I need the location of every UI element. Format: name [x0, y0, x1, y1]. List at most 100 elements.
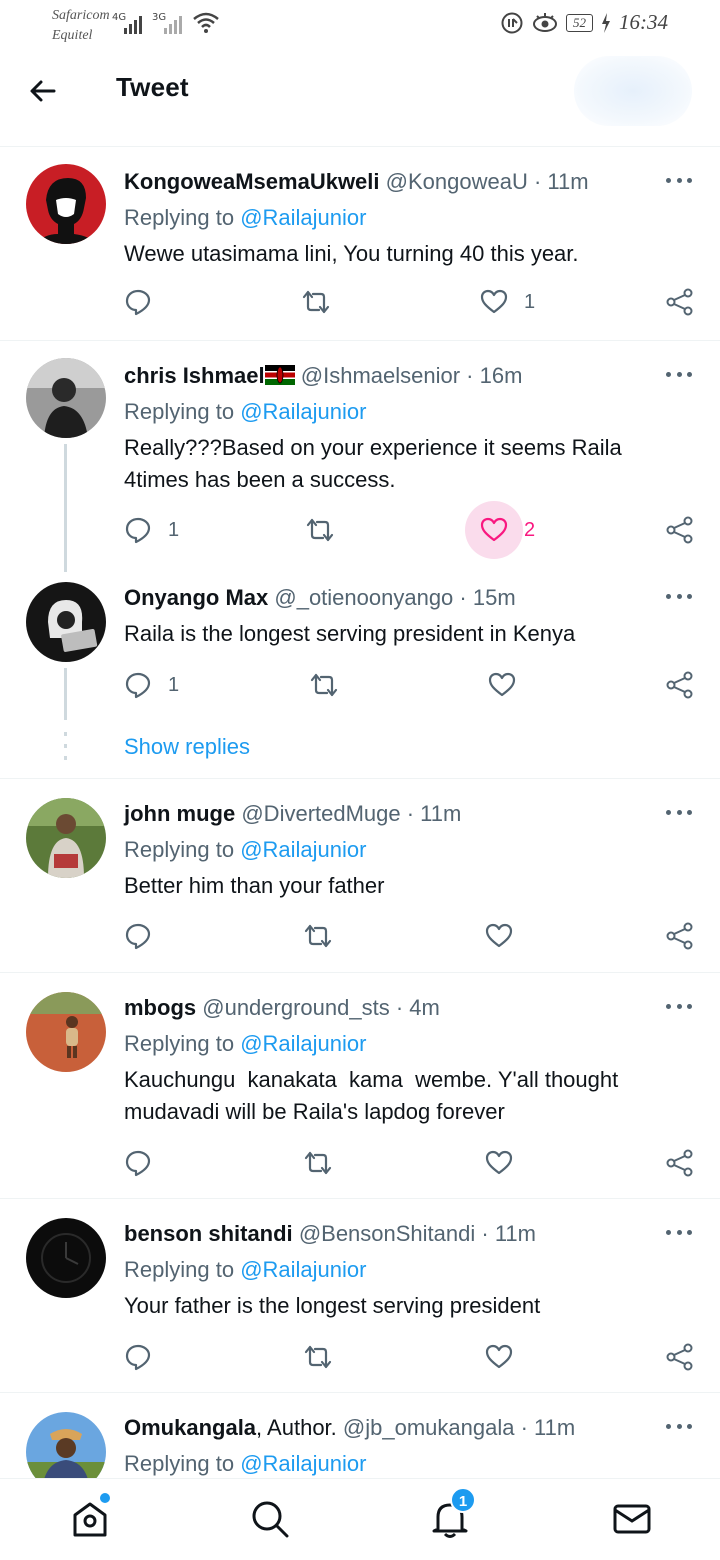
author-handle: @jb_omukangala · 11m	[342, 1415, 576, 1440]
author-name[interactable]: mbogs	[124, 995, 196, 1020]
more-options-icon[interactable]	[666, 1004, 692, 1012]
author-handle: @_otienoonyango · 15m	[274, 585, 516, 610]
status-bar: Safaricom Equitel 4G 3G 52 16:34	[0, 0, 720, 48]
author-name[interactable]: chris Ishmael	[124, 363, 265, 388]
tweet-divider	[0, 778, 720, 779]
avatar[interactable]	[26, 164, 106, 244]
share-button[interactable]	[666, 922, 694, 950]
author-name[interactable]: john muge	[124, 801, 235, 826]
tweet-divider	[0, 1198, 720, 1199]
tweet-header: john muge @DivertedMuge · 11m	[124, 798, 461, 830]
avatar[interactable]	[26, 582, 106, 662]
share-icon	[666, 1343, 693, 1371]
tweet-text: Really???Based on your experience it see…	[124, 435, 622, 492]
carrier-secondary: Equitel	[52, 28, 93, 43]
wifi-icon	[193, 12, 219, 33]
thread-dots	[64, 732, 67, 760]
more-options-icon[interactable]	[666, 1424, 692, 1432]
show-replies-link[interactable]: Show replies	[124, 734, 250, 760]
charging-icon	[602, 12, 610, 33]
share-button[interactable]	[666, 1343, 694, 1371]
nav-notifications[interactable]: 1	[430, 1487, 476, 1539]
avatar[interactable]	[26, 798, 106, 878]
author-name[interactable]: Omukangala	[124, 1415, 256, 1440]
avatar[interactable]	[26, 1218, 106, 1298]
retweet-button[interactable]	[304, 1149, 332, 1177]
author-handle: @KongoweaU · 11m	[385, 169, 589, 194]
heart-icon	[480, 517, 508, 542]
tweet-text: Your father is the longest serving presi…	[124, 1293, 541, 1318]
replying-to-label: Replying to	[124, 1257, 235, 1282]
more-options-icon[interactable]	[666, 594, 692, 602]
mention-link[interactable]: @Railajunior	[240, 205, 366, 230]
mention-link[interactable]: @Railajunior	[240, 399, 366, 424]
like-button[interactable]	[485, 922, 513, 950]
mention-link[interactable]: @Railajunior	[240, 1257, 366, 1282]
back-arrow-icon[interactable]	[28, 76, 58, 106]
author-name[interactable]: benson shitandi	[124, 1221, 293, 1246]
share-button[interactable]	[666, 671, 694, 699]
tweet-header: benson shitandi @BensonShitandi · 11m	[124, 1218, 536, 1250]
replying-to: Replying to @Railajunior	[124, 396, 366, 428]
tweet-text: Wewe utasimama lini, You turning 40 this…	[124, 241, 579, 266]
tweet-divider	[0, 1392, 720, 1393]
more-options-icon[interactable]	[666, 1230, 692, 1238]
reply-button[interactable]	[124, 922, 152, 950]
like-count: 1	[524, 290, 536, 313]
heart-icon	[485, 923, 513, 948]
like-count: 2	[524, 518, 536, 541]
like-button[interactable]	[485, 1343, 513, 1371]
retweet-button[interactable]	[304, 1343, 332, 1371]
thread-connector	[64, 668, 67, 720]
tweet-text: Better him than your father	[124, 873, 385, 898]
reply-button[interactable]: 1	[124, 516, 179, 544]
mention-link[interactable]: @Railajunior	[240, 1031, 366, 1056]
reply-button[interactable]	[124, 1343, 152, 1371]
share-icon	[666, 1149, 693, 1177]
author-name[interactable]: Onyango Max	[124, 585, 268, 610]
replying-to-label: Replying to	[124, 399, 235, 424]
share-button[interactable]	[666, 288, 694, 316]
reply-count: 1	[168, 673, 180, 696]
reply-icon	[125, 672, 151, 699]
header-divider	[0, 146, 720, 147]
heart-icon	[485, 1150, 513, 1175]
retweet-button[interactable]	[310, 671, 338, 699]
mention-link[interactable]: @Railajunior	[240, 1451, 366, 1476]
like-button[interactable]	[485, 1149, 513, 1177]
like-button[interactable]: 1	[480, 288, 535, 316]
author-name[interactable]: KongoweaMsemaUkweli	[124, 169, 380, 194]
header-action-blurred[interactable]	[574, 56, 692, 126]
author-handle: @Ishmaelsenior · 16m	[300, 363, 523, 388]
replying-to-label: Replying to	[124, 205, 235, 230]
reply-button[interactable]: 1	[124, 671, 179, 699]
like-button-active[interactable]: 2	[480, 516, 535, 544]
retweet-button[interactable]	[302, 288, 330, 316]
more-options-icon[interactable]	[666, 810, 692, 818]
share-icon	[666, 922, 693, 950]
share-button[interactable]	[666, 1149, 694, 1177]
reply-button[interactable]	[124, 288, 152, 316]
avatar[interactable]	[26, 358, 106, 438]
retweet-button[interactable]	[304, 922, 332, 950]
retweet-icon	[302, 290, 330, 314]
eye-comfort-icon	[533, 12, 557, 32]
retweet-icon	[306, 518, 334, 542]
retweet-button[interactable]	[306, 516, 334, 544]
share-button[interactable]	[666, 516, 694, 544]
reply-button[interactable]	[124, 1149, 152, 1177]
tweet-header: Onyango Max @_otienoonyango · 15m	[124, 582, 516, 614]
home-icon	[73, 1502, 107, 1537]
tweet-header: chris Ishmael @Ishmaelsenior · 16m	[124, 360, 522, 392]
tweet-header: KongoweaMsemaUkweli @KongoweaU · 11m	[124, 166, 589, 198]
more-options-icon[interactable]	[666, 372, 692, 380]
nav-home[interactable]	[70, 1493, 110, 1539]
nav-search[interactable]	[250, 1499, 290, 1539]
mention-link[interactable]: @Railajunior	[240, 837, 366, 862]
nav-messages[interactable]	[612, 1499, 652, 1539]
reply-icon	[125, 923, 151, 950]
top-app-bar: Tweet	[0, 48, 720, 134]
like-button[interactable]	[488, 671, 516, 699]
avatar[interactable]	[26, 992, 106, 1072]
more-options-icon[interactable]	[666, 178, 692, 186]
